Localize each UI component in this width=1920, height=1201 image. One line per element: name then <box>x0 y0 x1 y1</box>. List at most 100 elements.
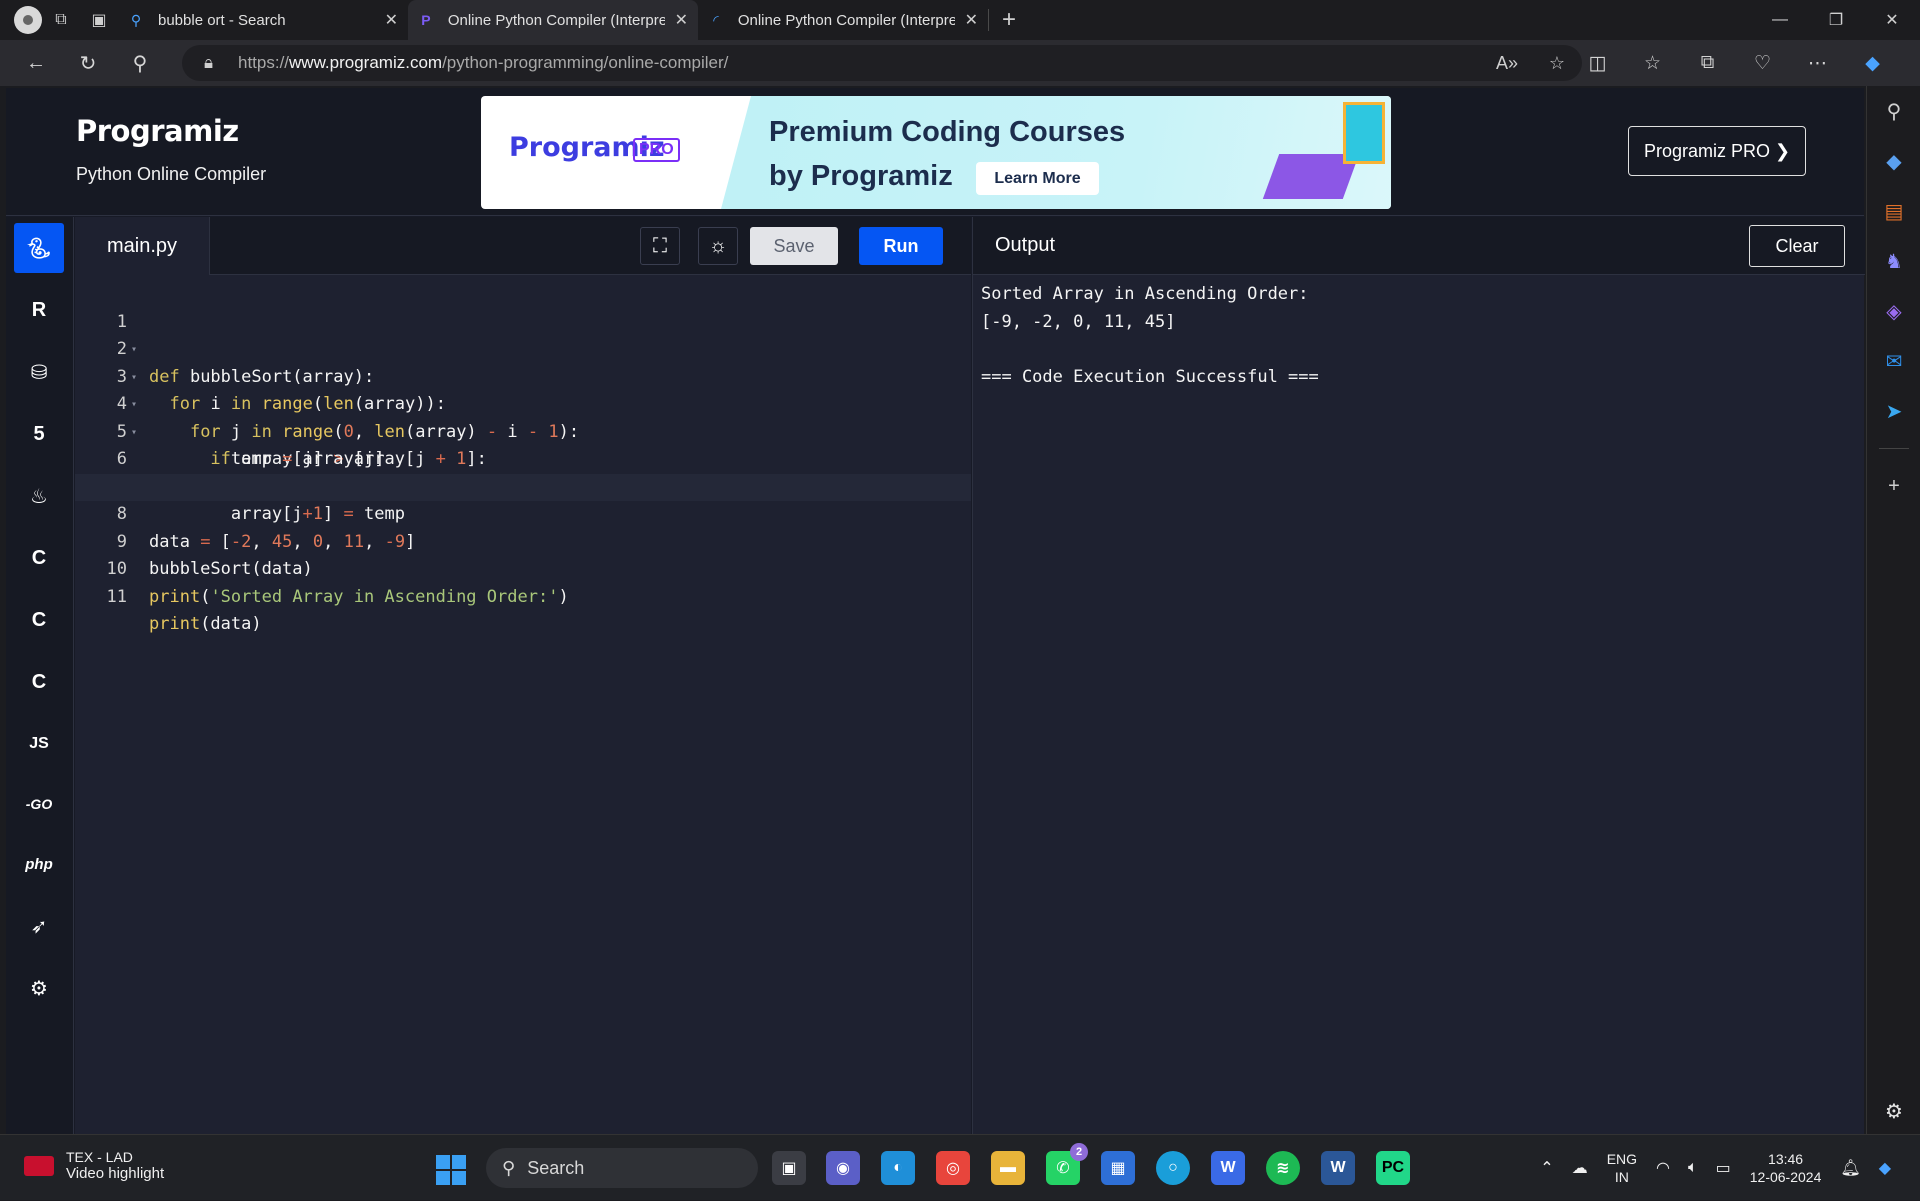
close-icon[interactable]: ✕ <box>375 10 398 30</box>
volume-muted-icon[interactable]: 🔈︎ <box>1688 1159 1698 1177</box>
notification-bell-icon[interactable]: 🔔︎ <box>1840 1158 1860 1178</box>
battery-icon[interactable]: ▭ <box>1716 1158 1731 1178</box>
microsoft-store-icon[interactable]: ▦ <box>1101 1151 1135 1185</box>
alexa-icon[interactable]: ○ <box>1156 1151 1190 1185</box>
tab-title: bubble ort - Search <box>158 11 286 29</box>
lang-c-icon[interactable]: C <box>14 533 64 583</box>
close-icon[interactable]: ✕ <box>665 10 688 30</box>
learn-more-button[interactable]: Learn More <box>976 162 1099 195</box>
webex-icon[interactable]: W <box>1211 1151 1245 1185</box>
edge-browser-icon[interactable]: ◐ <box>881 1151 915 1185</box>
lang-cpp-icon[interactable]: C <box>14 595 64 645</box>
windows-start-icon[interactable] <box>436 1155 466 1185</box>
shopping-tag-icon[interactable]: ◆ <box>1867 136 1920 186</box>
programiz-logo[interactable]: Programiz <box>76 114 239 148</box>
lang-php-icon[interactable]: php <box>14 839 64 889</box>
profile-avatar[interactable] <box>14 6 42 34</box>
news-widget[interactable]: TEX - LAD Video highlight <box>24 1149 164 1182</box>
output-panel: Output Clear Sorted Array in Ascending O… <box>972 217 1865 1134</box>
theme-toggle-sun-icon[interactable]: ☼ <box>698 227 738 265</box>
back-arrow-icon[interactable]: ← <box>10 40 62 86</box>
windows-taskbar: TEX - LAD Video highlight ⚲ Search ▣ ◉ ◐… <box>0 1134 1920 1200</box>
browser-tab-strip: ⧉ ▣ ⚲ bubble ort - Search ✕ P Online Pyt… <box>0 0 1920 40</box>
run-button[interactable]: Run <box>859 227 943 265</box>
outlook-icon[interactable]: ✉ <box>1867 336 1920 386</box>
clear-button[interactable]: Clear <box>1749 225 1845 267</box>
refresh-icon[interactable]: ↻ <box>62 40 114 86</box>
tab-bing-search[interactable]: ⚲ bubble ort - Search ✕ <box>118 0 408 40</box>
file-explorer-icon[interactable]: ▬ <box>991 1151 1025 1185</box>
tab-programiz-loading[interactable]: ◜ Online Python Compiler (Interpre ✕ <box>698 0 988 40</box>
close-window-icon[interactable]: ✕ <box>1864 0 1920 40</box>
workspaces-icon[interactable]: ⧉ <box>42 0 80 40</box>
lang-html-icon[interactable]: 5 <box>14 409 64 459</box>
copilot-icon[interactable]: ◆ <box>1879 1158 1891 1178</box>
onedrive-icon[interactable]: ☁ <box>1572 1158 1588 1178</box>
spotify-icon[interactable]: ≋ <box>1266 1151 1300 1185</box>
code-area[interactable]: 1 ▾ def bubbleSort(array): 2 ▾ for i in … <box>75 281 971 634</box>
file-tab-main-py[interactable]: main.py <box>75 217 210 275</box>
output-console[interactable]: Sorted Array in Ascending Order: [-9, -2… <box>981 281 1319 391</box>
code-line: 2 ▾ for i in range(len(array)): <box>75 309 971 414</box>
tab-title: Online Python Compiler (Interpre <box>447 11 665 29</box>
pycharm-icon[interactable]: PC <box>1376 1151 1410 1185</box>
notification-badge: 2 <box>1070 1143 1088 1161</box>
lang-csharp-icon[interactable]: C <box>14 657 64 707</box>
close-icon[interactable]: ✕ <box>955 10 978 30</box>
lang-js-icon[interactable]: JS <box>14 719 64 769</box>
wifi-icon[interactable]: ◠ <box>1656 1158 1670 1178</box>
code-line-current: 8 data = [-2, 45, 0, 11, -9] <box>75 473 971 552</box>
more-options-icon[interactable]: ⋯ <box>1790 52 1845 75</box>
code-line-text: print('Sorted Array in Ascending Order:'… <box>149 586 569 607</box>
word-icon[interactable]: W <box>1321 1151 1355 1185</box>
chrome-icon[interactable]: ◎ <box>936 1151 970 1185</box>
lang-rust-icon[interactable]: ⚙ <box>14 963 64 1013</box>
collections-icon[interactable]: ⧉ <box>1680 52 1735 74</box>
tools-icon[interactable]: ▤ <box>1867 186 1920 236</box>
taskbar-search[interactable]: ⚲ Search <box>486 1148 758 1188</box>
teams-icon[interactable]: ◉ <box>826 1151 860 1185</box>
lang-java-icon[interactable]: ♨ <box>14 471 64 521</box>
browser-essentials-icon[interactable]: ♡ <box>1735 52 1790 75</box>
save-button[interactable]: Save <box>750 227 838 265</box>
programiz-page: Programiz Python Online Compiler Program… <box>6 88 1865 1134</box>
clock[interactable]: 13:46 12-06-2024 <box>1750 1150 1822 1186</box>
system-tray: ⌃ ☁ ENG IN ◠ 🔈︎ ▭ 13:46 12-06-2024 🔔︎ ◆ <box>1531 1135 1900 1201</box>
pro-ad-banner[interactable]: Programiz PRO Premium Coding Courses by … <box>481 96 1391 209</box>
books-icon <box>1343 102 1385 164</box>
lang-sql-icon[interactable]: ⛁ <box>14 347 64 397</box>
office-icon[interactable]: ◈ <box>1867 286 1920 336</box>
new-tab-button[interactable]: + <box>989 0 1029 40</box>
settings-gear-icon[interactable]: ⚙ <box>1867 1086 1920 1136</box>
output-title: Output <box>995 234 1056 256</box>
lang-python-icon[interactable]: 🐍︎ <box>14 223 64 273</box>
compiler-subtitle: Python Online Compiler <box>76 164 267 184</box>
line-number: 11 <box>106 586 127 607</box>
read-aloud-icon[interactable]: A» <box>1482 53 1532 74</box>
tab-actions-icon[interactable]: ▣ <box>80 0 118 40</box>
add-icon[interactable]: + <box>1867 461 1920 511</box>
fullscreen-icon[interactable]: ⛶ <box>640 227 680 265</box>
window-controls: — ❐ ✕ <box>1752 0 1920 40</box>
search-icon[interactable]: ⚲ <box>1867 86 1920 136</box>
send-icon[interactable]: ➤ <box>1867 386 1920 436</box>
lock-icon[interactable]: 🔒︎ <box>204 53 220 73</box>
lang-swift-icon[interactable]: ➶ <box>14 901 64 951</box>
task-view-icon[interactable]: ▣ <box>772 1151 806 1185</box>
language-indicator[interactable]: ENG IN <box>1607 1150 1637 1186</box>
games-icon[interactable]: ♞ <box>1867 236 1920 286</box>
programiz-pro-button[interactable]: Programiz PRO ❯ <box>1628 126 1806 176</box>
search-icon[interactable]: ⚲ <box>114 40 166 86</box>
lang-top: ENG <box>1606 1151 1638 1167</box>
favorites-icon[interactable]: ☆ <box>1625 52 1680 75</box>
lang-go-icon[interactable]: -GO <box>14 779 64 829</box>
browser-toolbar-icons: ◫ ☆ ⧉ ♡ ⋯ ◆ <box>1570 40 1900 86</box>
lang-r-icon[interactable]: R <box>14 285 64 335</box>
chevron-up-icon[interactable]: ⌃ <box>1540 1158 1553 1178</box>
tab-programiz-active[interactable]: P Online Python Compiler (Interpre ✕ <box>408 0 698 40</box>
restore-icon[interactable]: ❐ <box>1808 0 1864 40</box>
minimize-icon[interactable]: — <box>1752 0 1808 40</box>
copilot-icon[interactable]: ◆ <box>1845 52 1900 75</box>
url-bar[interactable]: 🔒︎ https://www.programiz.com/python-prog… <box>182 45 1582 81</box>
split-screen-icon[interactable]: ◫ <box>1570 52 1625 75</box>
